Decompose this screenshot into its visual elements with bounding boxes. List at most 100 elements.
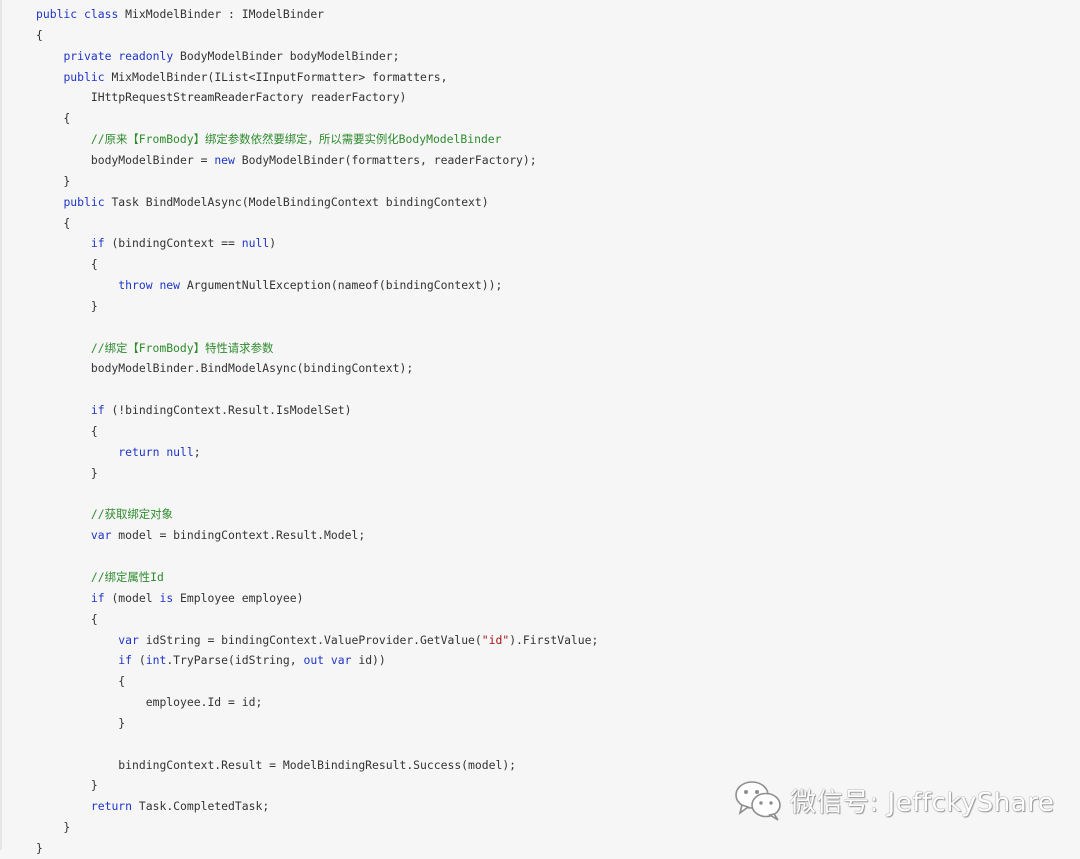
code-line: bodyModelBinder.BindModelAsync(bindingCo… — [36, 358, 413, 379]
code-line: if (!bindingContext.Result.IsModelSet) — [36, 400, 352, 421]
code-token: { — [36, 424, 98, 438]
code-token: IHttpRequestStreamReaderFactory readerFa… — [36, 90, 407, 105]
code-token: bodyModelBinder = — [36, 152, 215, 167]
code-line: } — [36, 838, 43, 859]
code-line: { — [36, 671, 125, 692]
code-token: ArgumentNullException(nameof(bindingCont… — [180, 278, 503, 293]
code-line: if (model is Employee employee) — [36, 588, 304, 609]
comment-token: //获取绑定对象 — [90, 507, 173, 522]
code-token: model = bindingContext.Result.Model; — [111, 528, 366, 543]
code-token: } — [36, 778, 98, 793]
code-token: id)) — [351, 653, 386, 668]
code-token: bindingContext.Result = ModelBindingResu… — [36, 757, 517, 772]
code-line: } — [36, 296, 98, 317]
code-line: { — [36, 25, 43, 46]
code-token: } — [36, 841, 43, 855]
code-token: ) — [269, 236, 277, 251]
keyword-token: private — [63, 48, 112, 63]
code-line: public Task BindModelAsync(ModelBindingC… — [36, 192, 489, 213]
code-line: var model = bindingContext.Result.Model; — [36, 525, 365, 546]
keyword-token: public — [63, 194, 105, 209]
comment-token: //绑定属性Id — [90, 569, 164, 584]
code-token: Task.CompletedTask; — [132, 799, 270, 814]
keyword-token: var — [118, 632, 139, 647]
keyword-token: return — [90, 799, 133, 814]
code-token: MixModelBinder : IModelBinder — [118, 7, 325, 21]
code-line: public MixModelBinder(IList<IInputFormat… — [36, 67, 447, 88]
comment-token: //绑定【FromBody】特性请求参数 — [90, 340, 274, 355]
code-line: { — [36, 254, 98, 275]
code-token: MixModelBinder(IList<IInputFormatter> fo… — [104, 69, 448, 84]
code-line: IHttpRequestStreamReaderFactory readerFa… — [36, 87, 406, 108]
keyword-token: if — [118, 653, 133, 668]
code-line: //获取绑定对象 — [36, 504, 173, 525]
code-line: public class MixModelBinder : IModelBind… — [36, 4, 324, 25]
code-token: ).FirstValue; — [509, 632, 599, 647]
keyword-token: if — [90, 403, 105, 418]
code-line: throw new ArgumentNullException(nameof(b… — [36, 275, 502, 296]
code-token: { — [36, 27, 43, 42]
code-token: } — [36, 820, 71, 835]
keyword-token: return — [118, 444, 160, 459]
string-token: "id" — [481, 632, 510, 647]
keyword-token: new — [214, 152, 235, 167]
keyword-token: readonly — [118, 48, 174, 63]
code-line: bindingContext.Result = ModelBindingResu… — [36, 755, 516, 776]
code-token: } — [36, 173, 71, 188]
keyword-token: var — [90, 528, 112, 543]
code-token: { — [36, 111, 71, 126]
code-line: employee.Id = id; — [36, 692, 263, 713]
code-token: bodyModelBinder.BindModelAsync(bindingCo… — [36, 361, 414, 376]
keyword-token: if — [90, 236, 105, 251]
code-token: Task BindModelAsync(ModelBindingContext … — [104, 194, 489, 209]
code-line: //绑定【FromBody】特性请求参数 — [36, 338, 273, 359]
code-line: return Task.CompletedTask; — [36, 796, 269, 817]
comment-token: //原来【FromBody】绑定参数依然要绑定，所以需要实例化BodyModel… — [90, 132, 502, 147]
keyword-token: new — [159, 278, 181, 293]
keyword-token: null — [241, 236, 270, 251]
code-token: ( — [132, 653, 146, 668]
code-line: } — [36, 463, 98, 484]
code-line: { — [36, 421, 98, 442]
keyword-token: throw — [118, 278, 153, 293]
keyword-token: public — [63, 69, 105, 84]
code-token: BodyModelBinder(formatters, readerFactor… — [234, 152, 537, 167]
code-token: (bindingContext == — [104, 236, 242, 251]
code-token: } — [36, 715, 126, 730]
code-token: } — [36, 298, 98, 313]
code-line: } — [36, 171, 70, 192]
code-token: BodyModelBinder bodyModelBinder; — [173, 48, 400, 63]
code-block: public class MixModelBinder : IModelBind… — [0, 0, 1080, 855]
code-line: var idString = bindingContext.ValueProvi… — [36, 630, 598, 651]
code-token: employee.Id = id; — [36, 695, 263, 710]
keyword-token: out — [303, 653, 325, 668]
wechat-icon — [735, 781, 781, 821]
code-line: private readonly BodyModelBinder bodyMod… — [36, 46, 400, 67]
code-line: } — [36, 713, 125, 734]
keyword-token: null — [166, 444, 194, 459]
code-token: ; — [193, 444, 201, 459]
keyword-token: int — [145, 653, 167, 668]
keyword-token: public — [36, 7, 78, 21]
code-token: (model — [104, 590, 160, 605]
code-line: return null; — [36, 442, 201, 463]
watermark: 微信号: JeffckyShare — [734, 778, 1054, 822]
watermark-text: 微信号: JeffckyShare — [790, 787, 1055, 818]
keyword-token: var — [330, 653, 352, 668]
code-token: idString = bindingContext.ValueProvider.… — [138, 632, 482, 647]
code-token: { — [36, 215, 71, 230]
